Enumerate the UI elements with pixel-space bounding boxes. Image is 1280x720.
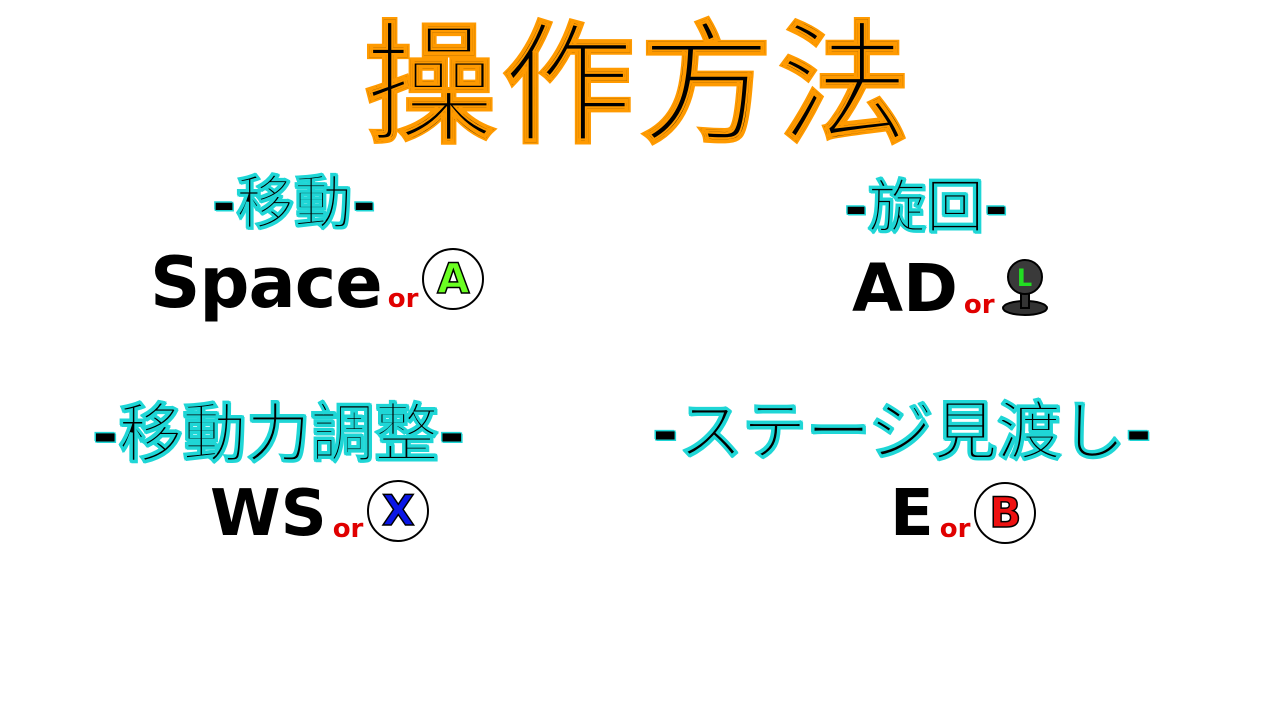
x-button-label: X <box>381 486 415 535</box>
a-button-label: A <box>436 254 470 303</box>
overview-or: or <box>939 514 971 544</box>
overview-keys: E <box>890 477 934 551</box>
page-title: 操作方法 <box>363 8 916 164</box>
turn-or: or <box>963 290 995 320</box>
turn-controls: AD or L <box>852 250 1051 327</box>
left-stick-label: L <box>1016 264 1033 292</box>
move-keys: Space <box>150 242 383 324</box>
b-button-label: B <box>989 488 1023 537</box>
turn-keys: AD <box>852 250 958 327</box>
x-button-icon: X <box>367 480 430 542</box>
turn-heading: -旋回- <box>843 173 1009 242</box>
b-button-icon: B <box>974 482 1037 544</box>
power-controls: WS or X <box>210 477 430 551</box>
a-button-icon: A <box>422 248 485 310</box>
move-heading: -移動- <box>211 169 377 238</box>
overview-controls: E or B <box>890 477 1037 551</box>
power-or: or <box>332 514 364 544</box>
move-controls: Space or A <box>150 242 485 324</box>
overview-heading: -ステージ見渡し- <box>652 396 1153 471</box>
move-or: or <box>387 284 419 314</box>
left-stick-icon: L <box>999 258 1051 318</box>
power-heading: -移動力調整- <box>91 398 466 473</box>
power-keys: WS <box>210 477 327 551</box>
